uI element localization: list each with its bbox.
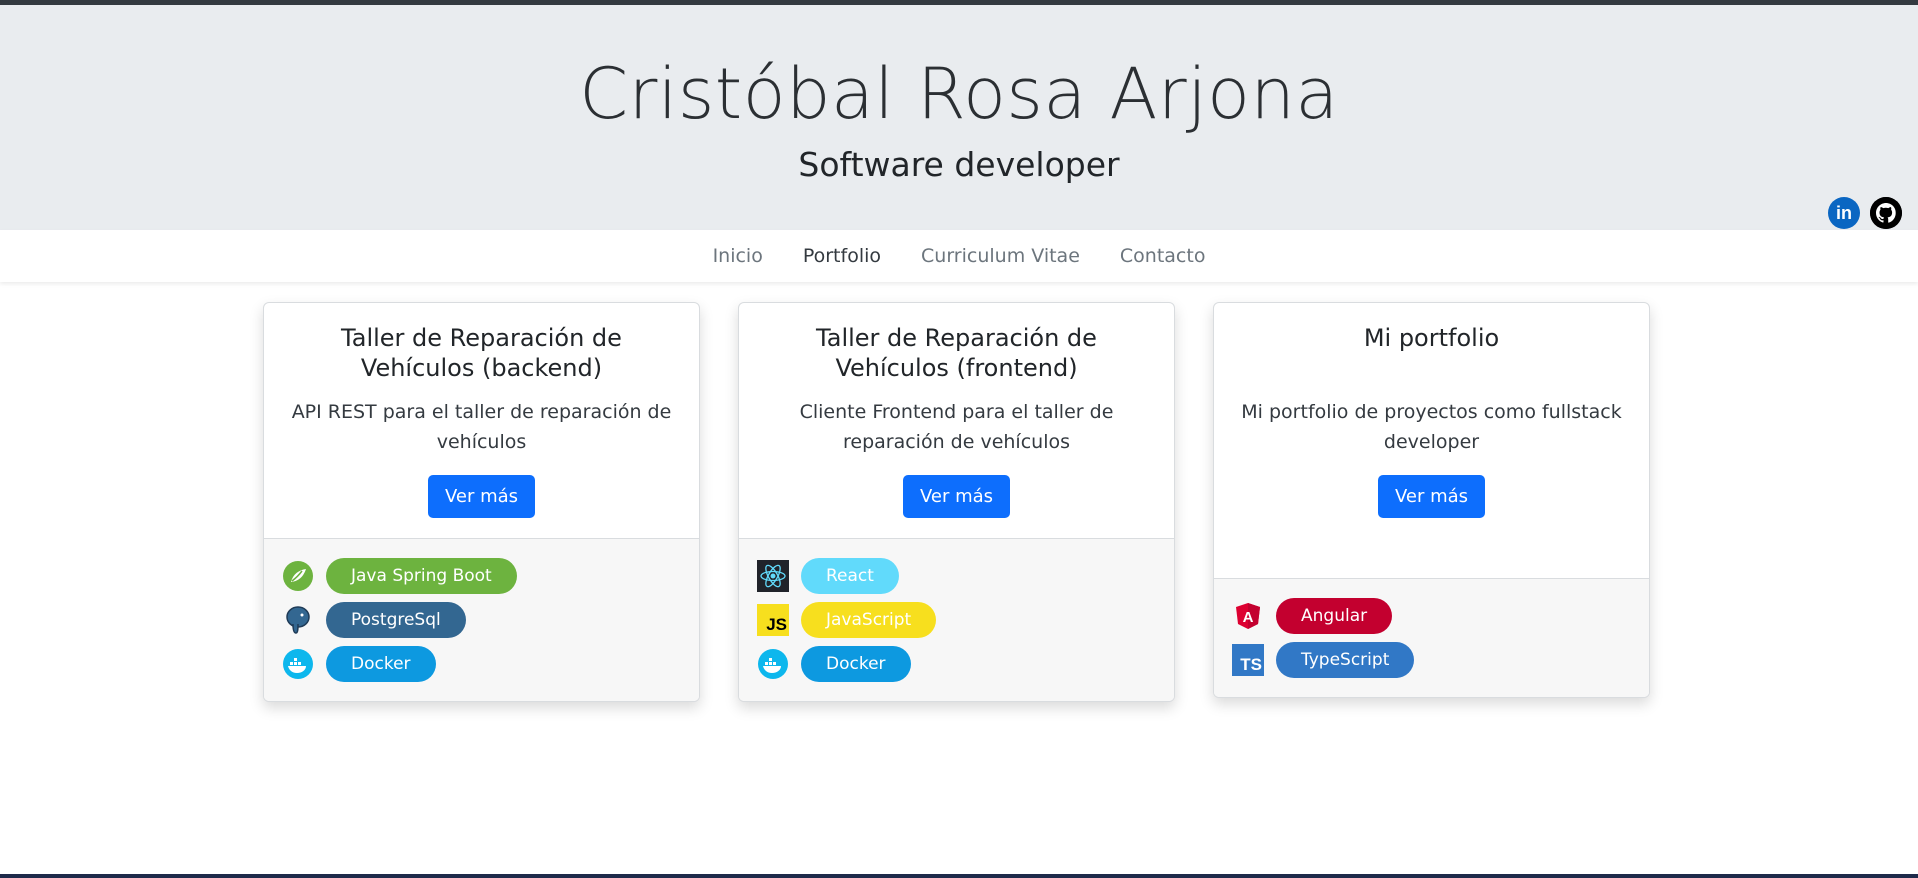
card-description: Mi portfolio de proyectos como fullstack… (1241, 401, 1622, 453)
tech-item: Docker (757, 645, 1156, 683)
page-header: Cristóbal Rosa Arjona Software developer… (0, 5, 1918, 230)
javascript-icon: JS (757, 604, 789, 636)
tech-badge[interactable]: PostgreSql (326, 602, 466, 638)
nav-item-contacto[interactable]: Contacto (1120, 245, 1206, 267)
ver-mas-button[interactable]: Ver más (1377, 475, 1486, 518)
card-title: Taller de Reparación de Vehículos (backe… (341, 324, 622, 382)
linkedin-icon[interactable]: in (1828, 197, 1860, 229)
tech-item: TS TypeScript (1232, 641, 1631, 679)
typescript-icon-text: TS (1240, 655, 1262, 674)
tech-badge[interactable]: Docker (801, 646, 911, 682)
tech-badge[interactable]: Docker (326, 646, 436, 682)
card-title: Taller de Reparación de Vehículos (front… (816, 324, 1097, 382)
ver-mas-button[interactable]: Ver más (427, 475, 536, 518)
card-tech-list: Java Spring Boot PostgreSql Docker (264, 538, 699, 701)
tech-item: PostgreSql (282, 601, 681, 639)
bottom-bar (0, 874, 1918, 878)
docker-icon (282, 648, 314, 680)
project-card: Taller de Reparación de Vehículos (front… (738, 302, 1175, 702)
card-tech-list: A Angular TS TypeScript (1214, 578, 1649, 697)
tech-item: React (757, 557, 1156, 595)
tech-item: Java Spring Boot (282, 557, 681, 595)
typescript-icon: TS (1232, 644, 1264, 676)
linkedin-icon-label: in (1836, 202, 1852, 223)
ver-mas-button[interactable]: Ver más (902, 475, 1011, 518)
react-icon (757, 560, 789, 592)
tech-badge[interactable]: TypeScript (1276, 642, 1415, 678)
card-body: Mi portfolio Mi portfolio de proyectos c… (1214, 303, 1649, 578)
card-body: Taller de Reparación de Vehículos (front… (739, 303, 1174, 538)
javascript-icon-text: JS (766, 615, 787, 634)
angular-icon-text: A (1243, 609, 1254, 626)
nav-item-inicio[interactable]: Inicio (713, 245, 763, 267)
tech-item: Docker (282, 645, 681, 683)
tech-badge[interactable]: JavaScript (801, 602, 937, 638)
nav-item-curriculum[interactable]: Curriculum Vitae (921, 245, 1080, 267)
docker-icon (757, 648, 789, 680)
tech-item: A Angular (1232, 597, 1631, 635)
card-body: Taller de Reparación de Vehículos (backe… (264, 303, 699, 538)
postgresql-icon (282, 604, 314, 636)
card-description: API REST para el taller de reparación de… (291, 401, 672, 453)
card-title: Mi portfolio (1363, 324, 1500, 352)
social-links: in (1828, 197, 1902, 229)
tech-badge[interactable]: Java Spring Boot (326, 558, 517, 594)
tech-badge[interactable]: React (801, 558, 899, 594)
page-subtitle: Software developer (798, 145, 1120, 184)
angular-icon: A (1232, 600, 1264, 632)
tech-badge[interactable]: Angular (1276, 598, 1393, 634)
github-icon[interactable] (1870, 197, 1902, 229)
spring-icon (282, 560, 314, 592)
main-nav: Inicio Portfolio Curriculum Vitae Contac… (0, 230, 1918, 282)
nav-item-portfolio[interactable]: Portfolio (803, 245, 881, 267)
project-cards: Taller de Reparación de Vehículos (backe… (263, 302, 1650, 702)
card-description: Cliente Frontend para el taller de repar… (799, 401, 1114, 453)
card-tech-list: React JS JavaScript Docker (739, 538, 1174, 701)
page-title: Cristóbal Rosa Arjona (579, 53, 1339, 135)
project-card: Mi portfolio Mi portfolio de proyectos c… (1213, 302, 1650, 698)
project-card: Taller de Reparación de Vehículos (backe… (263, 302, 700, 702)
tech-item: JS JavaScript (757, 601, 1156, 639)
